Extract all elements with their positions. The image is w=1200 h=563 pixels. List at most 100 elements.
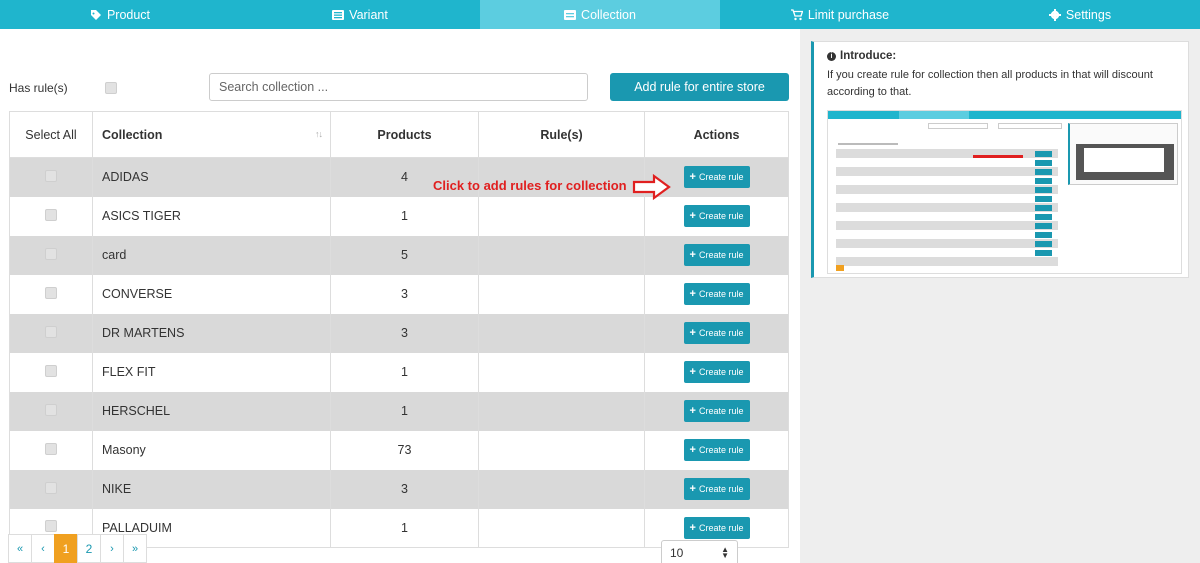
- product-count: 1: [330, 391, 479, 431]
- tag-icon: [90, 9, 101, 20]
- create-rule-button[interactable]: + Create rule: [683, 205, 750, 227]
- row-select-cell: [9, 469, 93, 509]
- page-size-select[interactable]: 10 ▲ ▼: [661, 540, 738, 563]
- plus-icon: +: [689, 366, 696, 378]
- create-rule-button[interactable]: + Create rule: [683, 244, 750, 266]
- actions-cell: + Create rule: [644, 469, 789, 509]
- plus-icon: +: [689, 249, 696, 261]
- first-page-button[interactable]: «: [8, 534, 32, 563]
- tab-label: Collection: [581, 7, 636, 22]
- rules-cell: [478, 274, 645, 314]
- actions-cell: + Create rule: [644, 235, 789, 275]
- tab-settings[interactable]: Settings: [960, 0, 1200, 29]
- actions-cell: + Create rule: [644, 274, 789, 314]
- tab-collection[interactable]: Collection: [480, 0, 720, 29]
- create-rule-button[interactable]: + Create rule: [683, 400, 750, 422]
- product-count: 1: [330, 352, 479, 392]
- tab-label: Settings: [1065, 7, 1112, 22]
- tab-product[interactable]: Product: [0, 0, 240, 29]
- create-rule-label: Create rule: [698, 250, 744, 260]
- next-page-button[interactable]: ›: [100, 534, 124, 563]
- search-collection-input[interactable]: [209, 73, 588, 101]
- create-rule-button[interactable]: + Create rule: [683, 166, 750, 189]
- row-checkbox[interactable]: [45, 325, 57, 338]
- table-row: NIKE 3 + Create rule: [9, 469, 789, 509]
- create-rule-button[interactable]: + Create rule: [683, 516, 750, 539]
- has-rule-checkbox[interactable]: [105, 82, 117, 94]
- sort-icon[interactable]: ↑↓: [315, 129, 323, 139]
- introduce-title-text: Introduce:: [840, 50, 897, 62]
- rules-cell: [478, 196, 645, 236]
- plus-icon: +: [689, 327, 696, 339]
- actions-cell: + Create rule: [644, 313, 789, 353]
- tab-label: Limit purchase: [807, 7, 890, 22]
- collection-table: Select All Collection ↑↓ Products Rule(s…: [9, 111, 789, 548]
- plus-icon: +: [689, 171, 696, 184]
- page-size-value: 10: [670, 546, 684, 560]
- annotation-text: Click to add rules for collection: [433, 178, 627, 193]
- create-rule-label: Create rule: [698, 406, 744, 416]
- page-1-button[interactable]: 1: [54, 534, 78, 563]
- row-checkbox[interactable]: [45, 364, 57, 377]
- row-checkbox[interactable]: [45, 208, 57, 221]
- rules-cell: [478, 352, 645, 392]
- collection-icon: [564, 9, 577, 20]
- introduce-title: i Introduce:: [827, 50, 896, 62]
- collection-name: FLEX FIT: [92, 352, 331, 392]
- create-rule-label: Create rule: [698, 367, 744, 377]
- select-all-header[interactable]: Select All: [9, 111, 93, 158]
- row-select-cell: [9, 391, 93, 431]
- add-rule-entire-store-button[interactable]: Add rule for entire store: [610, 73, 789, 101]
- collection-name: Masony: [92, 430, 331, 470]
- table-row: FLEX FIT 1 + Create rule: [9, 352, 789, 392]
- product-count: 5: [330, 235, 479, 275]
- row-select-cell: [9, 430, 93, 470]
- last-page-button[interactable]: »: [123, 534, 147, 563]
- row-checkbox[interactable]: [45, 247, 57, 260]
- introduce-text: If you create rule for collection then a…: [827, 69, 1153, 98]
- row-checkbox[interactable]: [45, 442, 57, 455]
- introduce-box: i Introduce: If you create rule for coll…: [811, 41, 1189, 278]
- row-select-cell: [9, 352, 93, 392]
- create-rule-label: Create rule: [698, 211, 744, 221]
- create-rule-button[interactable]: + Create rule: [683, 361, 750, 383]
- collection-name: ADIDAS: [92, 157, 331, 197]
- actions-header: Actions: [644, 111, 789, 158]
- tab-variant[interactable]: Variant: [240, 0, 480, 29]
- collection-name: ASICS TIGER: [92, 196, 331, 236]
- cart-icon: [790, 8, 803, 20]
- rules-cell: [478, 235, 645, 275]
- row-checkbox[interactable]: [45, 481, 57, 494]
- row-checkbox[interactable]: [45, 403, 57, 416]
- create-rule-button[interactable]: + Create rule: [683, 478, 750, 500]
- collection-header[interactable]: Collection ↑↓: [92, 111, 331, 158]
- row-checkbox[interactable]: [45, 169, 57, 182]
- create-rule-label: Create rule: [698, 328, 744, 338]
- table-row: CONVERSE 3 + Create rule: [9, 274, 789, 314]
- create-rule-button[interactable]: + Create rule: [683, 439, 750, 461]
- table-row: Masony 73 + Create rule: [9, 430, 789, 470]
- table-header-row: Select All Collection ↑↓ Products Rule(s…: [9, 111, 789, 158]
- prev-page-button[interactable]: ‹: [31, 534, 55, 563]
- pagination: « ‹ 1 2 › »: [8, 534, 147, 563]
- row-checkbox[interactable]: [45, 286, 57, 299]
- actions-cell: + Create rule: [644, 352, 789, 392]
- page-2-button[interactable]: 2: [77, 534, 101, 563]
- plus-icon: +: [689, 521, 696, 534]
- tab-limit-purchase[interactable]: Limit purchase: [720, 0, 960, 29]
- plus-icon: +: [689, 405, 696, 417]
- introduce-panel: i Introduce: If you create rule for coll…: [800, 29, 1200, 563]
- create-rule-button[interactable]: + Create rule: [683, 283, 750, 305]
- row-checkbox[interactable]: [45, 520, 57, 533]
- info-icon: i: [827, 51, 836, 61]
- collection-name: NIKE: [92, 469, 331, 509]
- product-count: 3: [330, 469, 479, 509]
- plus-icon: +: [689, 210, 696, 222]
- plus-icon: +: [689, 483, 696, 495]
- collection-name: DR MARTENS: [92, 313, 331, 353]
- actions-cell: + Create rule: [644, 196, 789, 236]
- create-rule-button[interactable]: + Create rule: [683, 322, 750, 344]
- rules-cell: [478, 391, 645, 431]
- collection-name: HERSCHEL: [92, 391, 331, 431]
- product-count: 73: [330, 430, 479, 470]
